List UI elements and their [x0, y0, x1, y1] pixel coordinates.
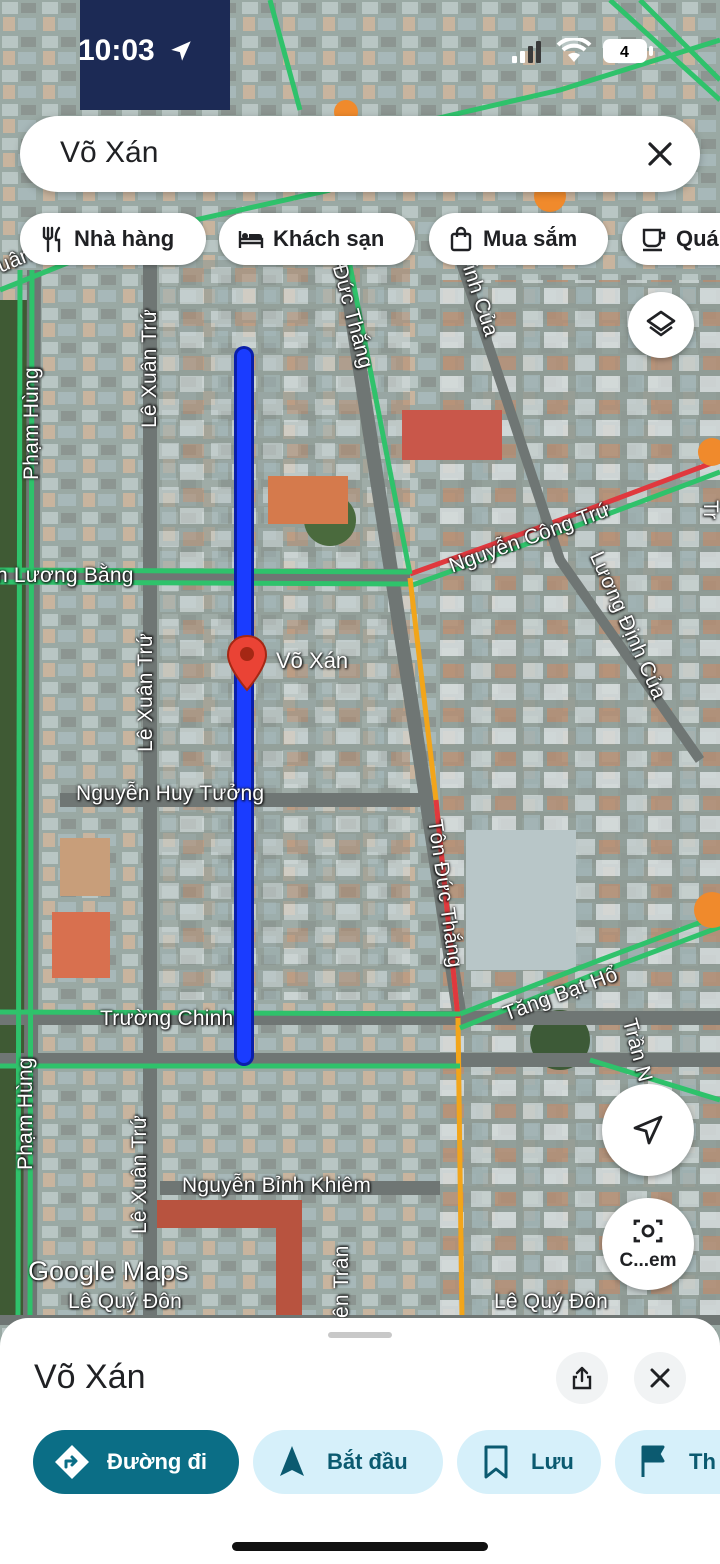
save-button[interactable]: Lưu — [457, 1430, 601, 1494]
pin-label: Võ Xán — [276, 648, 349, 673]
street-label: n Lương Bằng — [0, 564, 134, 587]
clear-search-icon[interactable] — [642, 136, 678, 172]
directions-icon — [55, 1445, 89, 1479]
place-actions: Đường đi Bắt đầu Lưu Th — [0, 1430, 720, 1496]
street-label: Lê Quý Đôn — [68, 1290, 183, 1313]
status-time: 10:03 — [78, 34, 155, 67]
chip-label: Mua sắm — [483, 226, 578, 251]
street-label: Lê Xuân Trứ — [138, 309, 161, 428]
search-bar[interactable]: Võ Xán — [20, 116, 700, 192]
chip-cafes[interactable]: Quá — [622, 213, 720, 265]
location-pin-icon[interactable] — [226, 634, 268, 692]
chip-hotels[interactable]: Khách sạn — [219, 213, 415, 265]
my-location-button[interactable] — [602, 1084, 694, 1176]
battery-icon: 4 — [603, 39, 653, 63]
street-label: Nguyễn Huy Tưởng — [76, 782, 265, 805]
coffee-icon — [642, 228, 666, 252]
place-bottom-sheet[interactable]: Võ Xán Đường đi Bắt đầu Lưu Th — [0, 1318, 720, 1564]
camera-icon — [633, 1219, 663, 1243]
street-label: Lê Xuân Trứ — [128, 1115, 151, 1234]
category-chips: Nhà hàng Khách sạn Mua sắm Quá — [20, 213, 720, 265]
flag-icon — [641, 1445, 665, 1477]
hotel-icon — [238, 231, 264, 248]
close-icon — [650, 1368, 670, 1388]
location-arrow-icon — [171, 41, 191, 61]
navigation-arrow-icon — [280, 1446, 304, 1476]
action-label: Th — [689, 1449, 716, 1474]
directions-button[interactable]: Đường đi — [33, 1430, 239, 1494]
sheet-drag-handle[interactable] — [328, 1332, 392, 1338]
map-layers-button[interactable] — [628, 292, 694, 358]
home-indicator — [232, 1542, 488, 1551]
label-button[interactable]: Th — [615, 1430, 720, 1494]
cellular-signal-icon — [512, 41, 541, 63]
restaurant-icon — [42, 226, 61, 253]
bookmark-icon — [484, 1445, 508, 1479]
search-input[interactable]: Võ Xán — [60, 136, 158, 170]
camera-label: C...em — [619, 1250, 677, 1271]
wifi-icon — [556, 38, 592, 62]
share-icon — [572, 1366, 592, 1390]
chip-label: Quá — [676, 226, 719, 251]
chip-label: Nhà hàng — [74, 226, 175, 251]
street-label: Phạm Hùng — [20, 367, 43, 480]
street-label: Phạm Hùng — [14, 1057, 37, 1170]
action-label: Đường đi — [107, 1449, 207, 1474]
layers-icon — [646, 310, 676, 337]
chip-restaurants[interactable]: Nhà hàng — [20, 213, 206, 265]
place-title: Võ Xán — [34, 1358, 146, 1396]
close-button[interactable] — [634, 1352, 686, 1404]
status-bar: 10:03 4 — [0, 0, 720, 100]
google-maps-logo: Google Maps — [28, 1256, 189, 1286]
chip-label: Khách sạn — [273, 226, 385, 251]
battery-level: 4 — [620, 44, 629, 61]
share-button[interactable] — [556, 1352, 608, 1404]
street-label: Nguyễn Bỉnh Khiêm — [182, 1174, 372, 1197]
street-label: Lê Xuân Trứ — [134, 633, 157, 752]
start-button[interactable]: Bắt đầu — [253, 1430, 443, 1494]
chip-shopping[interactable]: Mua sắm — [429, 213, 608, 265]
shopping-bag-icon — [450, 226, 472, 252]
street-label: Trường Chinh — [100, 1007, 234, 1030]
action-label: Lưu — [531, 1449, 574, 1474]
street-label: Tr — [699, 500, 720, 520]
action-label: Bắt đầu — [327, 1449, 408, 1474]
navigation-arrow-icon — [633, 1115, 663, 1145]
street-label: ên Trân — [330, 1245, 353, 1318]
street-label: Lê Quý Đôn — [494, 1290, 609, 1313]
lens-camera-button[interactable]: C...em — [602, 1198, 694, 1290]
